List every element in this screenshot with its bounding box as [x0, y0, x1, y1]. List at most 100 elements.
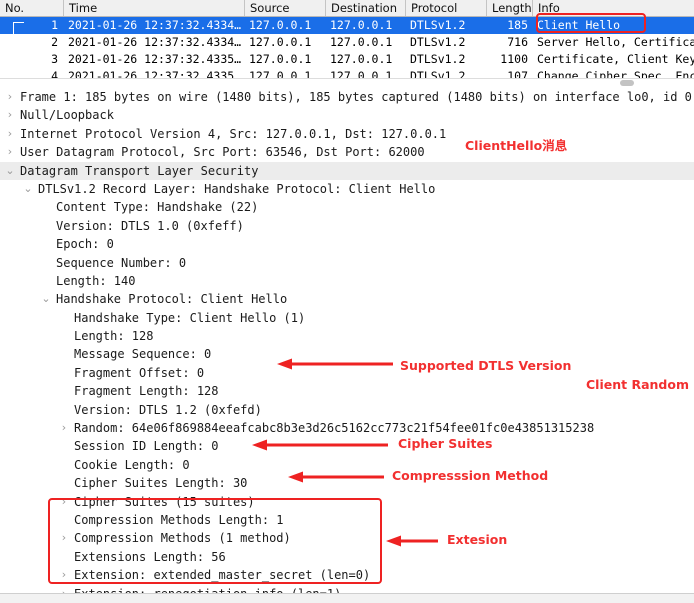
packet-row-destination: 127.0.0.1 [330, 35, 393, 49]
packet-detail-label: Extensions Length: 56 [74, 549, 226, 564]
chevron-right-icon[interactable]: › [58, 419, 70, 437]
column-header-destination[interactable]: Destination [325, 0, 405, 16]
packet-row-source: 127.0.0.1 [249, 35, 312, 49]
packet-detail-row[interactable]: Sequence Number: 0 [0, 254, 694, 272]
chevron-right-icon[interactable]: › [4, 88, 16, 106]
packet-detail-tree: › Frame 1: 185 bytes on wire (1480 bits),… [0, 88, 694, 593]
packet-detail-label: Session ID Length: 0 [74, 439, 219, 454]
packet-row-time: 2021-01-26 12:37:32.4335… [68, 52, 242, 66]
packet-detail-row[interactable]: Fragment Offset: 0 [0, 364, 694, 382]
packet-detail-row[interactable]: Message Sequence: 0 [0, 345, 694, 363]
packet-row-no: 1 [51, 18, 58, 32]
chevron-right-icon[interactable]: › [4, 125, 16, 143]
packet-list-header: No. Time Source Destination Protocol Len… [0, 0, 694, 17]
packet-detail-row[interactable]: › Internet Protocol Version 4, Src: 127.0… [0, 125, 694, 143]
column-header-protocol[interactable]: Protocol [405, 0, 486, 16]
packet-row-length: 1100 [500, 52, 528, 66]
packet-detail-row[interactable]: Fragment Length: 128 [0, 382, 694, 400]
packet-detail-row[interactable]: › Extension: renegotiation_info (len=1) [0, 585, 694, 593]
chevron-right-icon[interactable]: › [4, 143, 16, 161]
packet-detail-label: Fragment Length: 128 [74, 384, 219, 399]
packet-row-time: 2021-01-26 12:37:32.4334… [68, 35, 242, 49]
packet-detail-label: Length: 140 [56, 273, 136, 288]
scrollbar-thumb[interactable] [620, 80, 634, 86]
packet-row-info: Certificate, Client Key [537, 52, 694, 66]
packet-detail-label: Extension: renegotiation_info (len=1) [74, 585, 341, 593]
chevron-right-icon[interactable]: › [4, 106, 16, 124]
packet-detail-row[interactable]: ⌄ DTLSv1.2 Record Layer: Handshake Protoc… [0, 180, 694, 198]
packet-list-rows: 1 2021-01-26 12:37:32.4334… 127.0.0.1 127.0… [0, 17, 694, 85]
column-header-time[interactable]: Time [63, 0, 243, 16]
packet-row-info: Server Hello, Certifica [537, 35, 694, 49]
packet-detail-label: Random: 64e06f869884eeafcabc8b3e3d26c516… [74, 421, 595, 436]
packet-detail-pane[interactable]: › Frame 1: 185 bytes on wire (1480 bits),… [0, 88, 694, 593]
column-header-source[interactable]: Source [244, 0, 325, 16]
packet-detail-label: Sequence Number: 0 [56, 255, 187, 270]
packet-detail-row[interactable]: › User Datagram Protocol, Src Port: 63546… [0, 143, 694, 161]
packet-row-time: 2021-01-26 12:37:32.4334… [68, 18, 242, 32]
packet-row-destination: 127.0.0.1 [330, 18, 393, 32]
packet-detail-label: Internet Protocol Version 4, Src: 127.0.… [20, 126, 447, 141]
packet-detail-row[interactable]: Compression Methods Length: 1 [0, 511, 694, 529]
packet-detail-label: User Datagram Protocol, Src Port: 63546,… [20, 145, 425, 160]
column-header-length[interactable]: Length [486, 0, 532, 16]
packet-detail-row[interactable]: › Frame 1: 185 bytes on wire (1480 bits),… [0, 88, 694, 106]
packet-detail-label: Version: DTLS 1.0 (0xfeff) [56, 218, 244, 233]
packet-detail-row[interactable]: › Extension: extended_master_secret (len=… [0, 566, 694, 584]
packet-row-length: 185 [507, 18, 528, 32]
packet-row-protocol: DTLSv1.2 [410, 35, 466, 49]
packet-detail-label: Message Sequence: 0 [74, 347, 212, 362]
packet-detail-row[interactable]: Handshake Type: Client Hello (1) [0, 309, 694, 327]
packet-detail-label: Content Type: Handshake (22) [56, 200, 259, 215]
packet-list-pane[interactable]: No. Time Source Destination Protocol Len… [0, 0, 694, 86]
packet-row-info: Client Hello [537, 18, 621, 32]
packet-row-length: 716 [507, 35, 528, 49]
packet-row-no: 3 [51, 52, 58, 66]
packet-detail-row[interactable]: Version: DTLS 1.2 (0xfefd) [0, 401, 694, 419]
column-header-info[interactable]: Info [532, 0, 694, 16]
packet-detail-label: Compression Methods (1 method) [74, 531, 291, 546]
packet-detail-label: Cipher Suites Length: 30 [74, 476, 248, 491]
chevron-right-icon[interactable]: › [58, 493, 70, 511]
chevron-down-icon[interactable]: ⌄ [40, 290, 52, 308]
packet-detail-label: Cipher Suites (15 suites) [74, 494, 255, 509]
chevron-right-icon[interactable]: › [58, 529, 70, 547]
packet-row-no: 2 [51, 35, 58, 49]
packet-detail-row[interactable]: Length: 140 [0, 272, 694, 290]
packet-detail-label: Cookie Length: 0 [74, 457, 190, 472]
packet-detail-row[interactable]: Content Type: Handshake (22) [0, 198, 694, 216]
chevron-right-icon[interactable]: › [58, 566, 70, 584]
chevron-down-icon[interactable]: ⌄ [22, 180, 34, 198]
packet-detail-row[interactable]: Length: 128 [0, 327, 694, 345]
packet-list-row[interactable]: 1 2021-01-26 12:37:32.4334… 127.0.0.1 127.0… [0, 17, 694, 43]
packet-row-source: 127.0.0.1 [249, 18, 312, 32]
packet-detail-row[interactable]: Session ID Length: 0 [0, 437, 694, 455]
packet-detail-label: DTLSv1.2 Record Layer: Handshake Protoco… [38, 181, 436, 196]
packet-detail-row[interactable]: › Null/Loopback [0, 106, 694, 124]
chevron-right-icon[interactable]: › [58, 585, 70, 593]
packet-detail-label: Datagram Transport Layer Security [20, 163, 259, 178]
packet-detail-label: Fragment Offset: 0 [74, 365, 205, 380]
column-header-no[interactable]: No. [0, 0, 62, 16]
packet-detail-row[interactable]: Epoch: 0 [0, 235, 694, 253]
packet-detail-label: Epoch: 0 [56, 237, 114, 252]
packet-detail-label: Frame 1: 185 bytes on wire (1480 bits), … [20, 90, 692, 104]
packet-detail-row[interactable]: Extensions Length: 56 [0, 548, 694, 566]
packet-detail-row[interactable]: › Cipher Suites (15 suites) [0, 493, 694, 511]
packet-detail-row[interactable]: ⌄ Datagram Transport Layer Security [0, 161, 694, 180]
packet-detail-row[interactable]: Cookie Length: 0 [0, 456, 694, 474]
packet-row-source: 127.0.0.1 [249, 52, 312, 66]
packet-list-row[interactable]: 2 2021-01-26 12:37:32.4334… 127.0.0.1 127.0… [0, 34, 694, 51]
packet-detail-label: Length: 128 [74, 329, 154, 344]
packet-row-protocol: DTLSv1.2 [410, 52, 466, 66]
packet-detail-row[interactable]: › Random: 64e06f869884eeafcabc8b3e3d26c51… [0, 419, 694, 437]
packet-list-horizontal-scrollbar[interactable] [0, 78, 694, 86]
packet-detail-row[interactable]: ⌄ Handshake Protocol: Client Hello [0, 290, 694, 308]
packet-detail-row[interactable]: Version: DTLS 1.0 (0xfeff) [0, 217, 694, 235]
packet-detail-label: Extension: extended_master_secret (len=0… [74, 568, 371, 583]
packet-list-row[interactable]: 3 2021-01-26 12:37:32.4335… 127.0.0.1 127.0… [0, 51, 694, 68]
packet-row-destination: 127.0.0.1 [330, 52, 393, 66]
packet-detail-row[interactable]: › Compression Methods (1 method) [0, 529, 694, 547]
chevron-down-icon[interactable]: ⌄ [4, 162, 16, 180]
packet-detail-row[interactable]: Cipher Suites Length: 30 [0, 474, 694, 492]
